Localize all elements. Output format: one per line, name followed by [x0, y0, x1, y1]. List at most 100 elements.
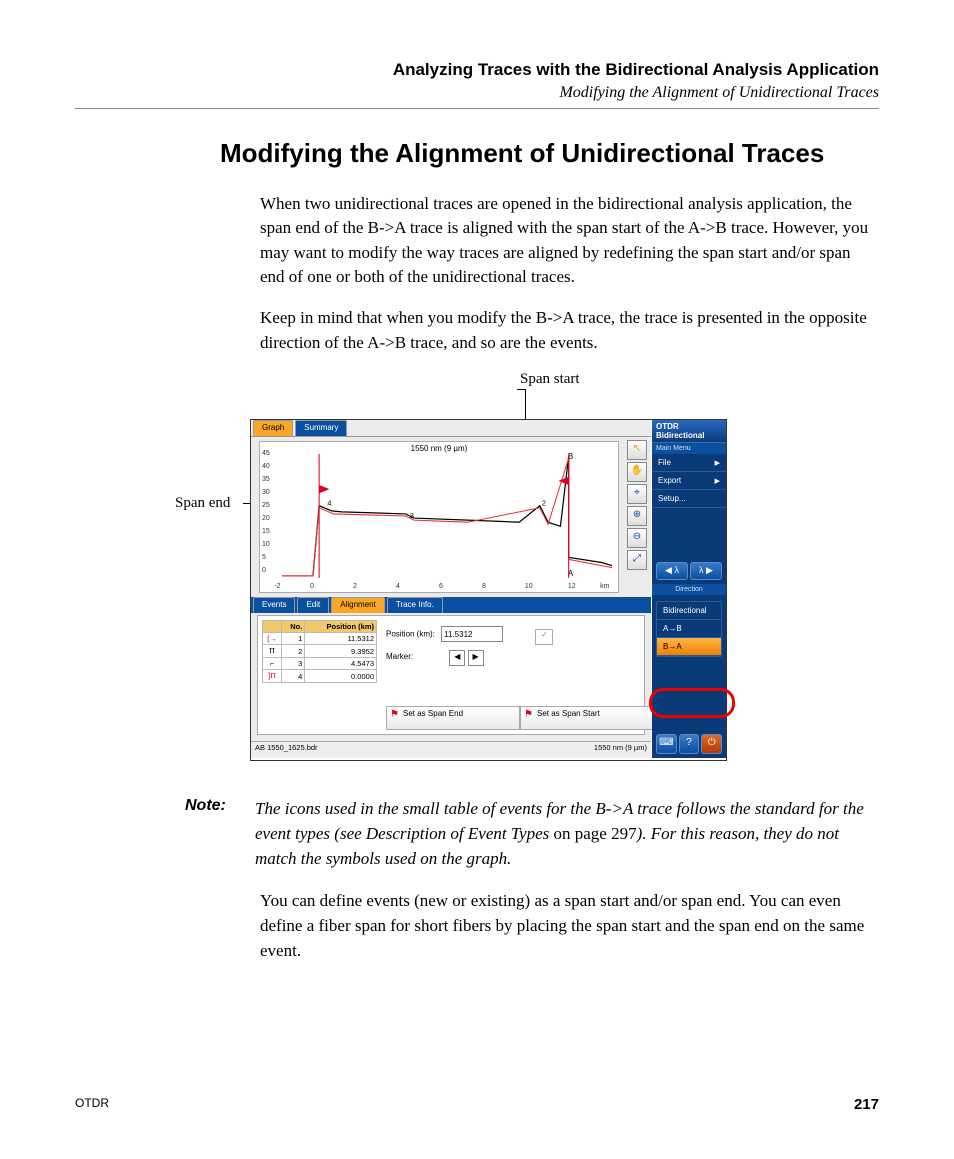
col-pos: Position (km) [305, 621, 377, 633]
svg-text:2: 2 [542, 499, 546, 508]
graph-area: 1550 nm (9 µm) 45 40 35 30 25 20 15 10 5… [259, 441, 619, 593]
position-input[interactable] [441, 626, 503, 642]
y-tick: 30 [262, 489, 270, 496]
y-tick: 25 [262, 502, 270, 509]
x-tick: 2 [353, 583, 357, 590]
tab-trace-info[interactable]: Trace Info. [387, 597, 443, 613]
x-tick: km [600, 583, 609, 590]
menu-export[interactable]: Export▶ [652, 472, 726, 490]
app-sidebar: OTDR Bidirectional Main Menu File▶ Expor… [652, 420, 726, 758]
page-footer: OTDR 217 [75, 1096, 879, 1113]
callout-span-start: Span start [520, 371, 580, 388]
position-field: Position (km): ✓ [386, 626, 553, 645]
wavelength-prev-button[interactable]: ◀ λ [656, 562, 688, 580]
hand-icon[interactable]: ✋ [627, 462, 647, 482]
trace-plot: 4 3 2 [282, 454, 612, 578]
figure: Span start Span end Graph Summary 1550 n… [75, 371, 879, 771]
cursor-icon[interactable]: ↖ [627, 440, 647, 460]
footer-product: OTDR [75, 1096, 109, 1113]
callout-tick-span-start [517, 389, 525, 390]
x-tick: 6 [439, 583, 443, 590]
app-main: Graph Summary 1550 nm (9 µm) 45 40 35 30… [251, 420, 651, 758]
marker-prev-button[interactable]: ◀ [449, 650, 465, 666]
tab-edit[interactable]: Edit [297, 597, 329, 613]
set-span-end-button[interactable]: ⚑ Set as Span End [386, 706, 520, 730]
check-icon[interactable]: ✓ [535, 629, 553, 645]
flag-icon: ⚑ [524, 709, 533, 720]
direction-panel: Bidirectional A→B B→A [656, 601, 722, 657]
x-tick: 4 [396, 583, 400, 590]
status-bar: AB 1550_1625.bdr 1550 nm (9 µm) [251, 741, 651, 758]
app-screenshot: Graph Summary 1550 nm (9 µm) 45 40 35 30… [250, 419, 727, 761]
svg-text:3: 3 [410, 511, 414, 520]
y-tick: 0 [262, 567, 266, 574]
tabs-top: Graph Summary [251, 420, 651, 437]
menu-setup[interactable]: Setup... [652, 490, 726, 508]
event-type-icon: [→ [263, 633, 282, 645]
marker-label: Marker: [386, 652, 413, 661]
keyboard-icon[interactable]: ⌨ [656, 734, 677, 754]
position-label: Position (km): [386, 630, 435, 639]
section-heading: Modifying the Alignment of Unidirectiona… [75, 137, 879, 170]
wavelength-nav: ◀ λ λ ▶ [652, 558, 726, 584]
tabs-bottom: Events Edit Alignment Trace Info. [251, 597, 651, 613]
col-no: No. [282, 621, 305, 633]
y-tick: 40 [262, 463, 270, 470]
footer-page-number: 217 [854, 1096, 879, 1113]
y-tick: 35 [262, 476, 270, 483]
target-icon[interactable]: ⌖ [627, 484, 647, 504]
table-row[interactable]: Ⲡ 2 9.3952 [263, 645, 377, 658]
tab-summary[interactable]: Summary [295, 420, 347, 436]
table-row[interactable]: ]Ⲡ 4 0.0000 [263, 670, 377, 683]
note-label: Note: [185, 797, 255, 871]
y-tick: 5 [262, 554, 266, 561]
direction-ba[interactable]: B→A [657, 638, 721, 656]
wavelength-next-button[interactable]: λ ▶ [690, 562, 722, 580]
body-paragraph-3: You can define events (new or existing) … [75, 889, 879, 963]
power-icon[interactable]: ⏻ [701, 734, 722, 754]
chevron-right-icon: ▶ [715, 477, 720, 485]
y-tick: 15 [262, 528, 270, 535]
events-table: No. Position (km) [→ 1 11.5312 Ⲡ 2 9.395… [262, 620, 377, 683]
zoom-in-icon[interactable]: ⊕ [627, 506, 647, 526]
running-head-subtitle: Modifying the Alignment of Unidirectiona… [75, 84, 879, 102]
table-row[interactable]: ⌐ 3 4.5473 [263, 658, 377, 670]
tab-graph[interactable]: Graph [253, 420, 293, 436]
header-rule [75, 108, 879, 109]
tab-events[interactable]: Events [253, 597, 295, 613]
set-span-start-button[interactable]: ⚑ Set as Span Start [520, 706, 654, 730]
direction-label: Direction [652, 584, 726, 595]
alignment-panel: No. Position (km) [→ 1 11.5312 Ⲡ 2 9.395… [257, 615, 645, 735]
menu-label: Main Menu [652, 443, 726, 454]
body-paragraph-2: Keep in mind that when you modify the B-… [75, 306, 879, 355]
x-tick: 10 [525, 583, 533, 590]
app-title: OTDR Bidirectional [652, 420, 726, 443]
callout-span-end: Span end [175, 495, 230, 512]
x-tick: 8 [482, 583, 486, 590]
status-file: AB 1550_1625.bdr [255, 743, 318, 757]
event-type-icon: ⌐ [263, 658, 282, 670]
fit-icon[interactable]: ⤢ [627, 550, 647, 570]
table-row[interactable]: [→ 1 11.5312 [263, 633, 377, 645]
x-tick: 12 [568, 583, 576, 590]
event-type-icon: Ⲡ [263, 645, 282, 658]
event-type-icon: ]Ⲡ [263, 670, 282, 683]
tab-alignment[interactable]: Alignment [331, 597, 385, 613]
graph-toolbar: ↖ ✋ ⌖ ⊕ ⊖ ⤢ [627, 440, 647, 572]
x-tick: 0 [310, 583, 314, 590]
svg-text:4: 4 [327, 499, 331, 508]
zoom-out-icon[interactable]: ⊖ [627, 528, 647, 548]
help-icon[interactable]: ? [679, 734, 700, 754]
note: Note: The icons used in the small table … [75, 797, 879, 871]
marker-next-button[interactable]: ▶ [468, 650, 484, 666]
direction-bidirectional[interactable]: Bidirectional [657, 602, 721, 620]
y-tick: 10 [262, 541, 270, 548]
menu-file[interactable]: File▶ [652, 454, 726, 472]
status-wavelength: 1550 nm (9 µm) [594, 743, 647, 757]
x-tick: -2 [274, 583, 280, 590]
body-paragraph-1: When two unidirectional traces are opene… [75, 192, 879, 291]
y-tick: 45 [262, 450, 270, 457]
direction-ab[interactable]: A→B [657, 620, 721, 638]
system-buttons: ⌨ ? ⏻ [656, 734, 722, 754]
running-head-title: Analyzing Traces with the Bidirectional … [75, 60, 879, 80]
